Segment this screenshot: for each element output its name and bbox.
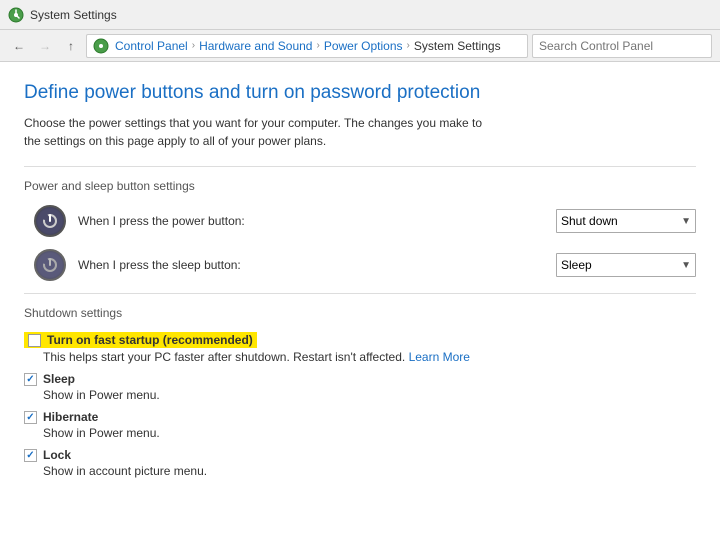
main-content: Define power buttons and turn on passwor… bbox=[0, 62, 720, 538]
lock-checkbox-row: Lock bbox=[24, 448, 696, 462]
sleep-svg-icon bbox=[41, 256, 59, 274]
fast-startup-checkbox[interactable] bbox=[28, 334, 41, 347]
power-button-dropdown[interactable]: Shut down ▼ bbox=[556, 209, 696, 233]
power-button-icon bbox=[34, 205, 66, 237]
breadcrumb-icon bbox=[93, 38, 109, 54]
up-button[interactable]: ↑ bbox=[60, 35, 82, 57]
divider-1 bbox=[24, 166, 696, 167]
lock-sublabel: Show in account picture menu. bbox=[43, 464, 696, 478]
lock-checkbox[interactable] bbox=[24, 449, 37, 462]
sleep-button-dropdown[interactable]: Sleep ▼ bbox=[556, 253, 696, 277]
lock-item: Lock Show in account picture menu. bbox=[24, 448, 696, 478]
sleep-label: Sleep bbox=[43, 372, 75, 386]
sleep-button-value: Sleep bbox=[561, 258, 592, 272]
breadcrumb-control-panel[interactable]: Control Panel bbox=[115, 39, 188, 53]
shutdown-section-label: Shutdown settings bbox=[24, 306, 696, 320]
hibernate-checkbox[interactable] bbox=[24, 411, 37, 424]
hibernate-label: Hibernate bbox=[43, 410, 98, 424]
sleep-item: Sleep Show in Power menu. bbox=[24, 372, 696, 402]
sleep-button-icon bbox=[34, 249, 66, 281]
power-button-row: When I press the power button: Shut down… bbox=[34, 205, 696, 237]
app-icon bbox=[8, 7, 24, 23]
forward-button[interactable]: → bbox=[34, 35, 56, 57]
sleep-checkbox-row: Sleep bbox=[24, 372, 696, 386]
fast-startup-row: Turn on fast startup (recommended) bbox=[24, 332, 696, 348]
power-button-value: Shut down bbox=[561, 214, 618, 228]
breadcrumb: Control Panel › Hardware and Sound › Pow… bbox=[86, 34, 528, 58]
breadcrumb-system-settings: System Settings bbox=[414, 39, 501, 53]
fast-startup-item: Turn on fast startup (recommended) This … bbox=[24, 332, 696, 364]
power-button-label: When I press the power button: bbox=[78, 214, 556, 228]
fast-startup-sublabel: This helps start your PC faster after sh… bbox=[43, 350, 696, 364]
hibernate-sublabel: Show in Power menu. bbox=[43, 426, 696, 440]
back-button[interactable]: ← bbox=[8, 35, 30, 57]
power-svg-icon bbox=[41, 212, 59, 230]
shutdown-section: Turn on fast startup (recommended) This … bbox=[24, 332, 696, 478]
lock-label: Lock bbox=[43, 448, 71, 462]
sleep-sublabel: Show in Power menu. bbox=[43, 388, 696, 402]
sleep-checkbox[interactable] bbox=[24, 373, 37, 386]
fast-startup-label: Turn on fast startup (recommended) bbox=[47, 333, 253, 347]
power-dropdown-arrow: ▼ bbox=[681, 216, 691, 227]
sleep-button-row: When I press the sleep button: Sleep ▼ bbox=[34, 249, 696, 281]
page-description: Choose the power settings that you want … bbox=[24, 114, 484, 150]
divider-2 bbox=[24, 293, 696, 294]
sleep-button-label: When I press the sleep button: bbox=[78, 258, 556, 272]
breadcrumb-hardware-sound[interactable]: Hardware and Sound bbox=[199, 39, 312, 53]
nav-bar: ← → ↑ Control Panel › Hardware and Sound… bbox=[0, 30, 720, 62]
content-area: Define power buttons and turn on passwor… bbox=[0, 62, 720, 538]
breadcrumb-power-options[interactable]: Power Options bbox=[324, 39, 403, 53]
hibernate-item: Hibernate Show in Power menu. bbox=[24, 410, 696, 440]
title-bar: System Settings bbox=[0, 0, 720, 30]
search-input[interactable] bbox=[532, 34, 712, 58]
hibernate-checkbox-row: Hibernate bbox=[24, 410, 696, 424]
button-settings: When I press the power button: Shut down… bbox=[24, 205, 696, 281]
fast-startup-learn-more[interactable]: Learn More bbox=[409, 350, 470, 364]
page-title: Define power buttons and turn on passwor… bbox=[24, 82, 696, 104]
title-bar-text: System Settings bbox=[30, 8, 117, 22]
power-sleep-section-label: Power and sleep button settings bbox=[24, 179, 696, 193]
sleep-dropdown-arrow: ▼ bbox=[681, 260, 691, 271]
